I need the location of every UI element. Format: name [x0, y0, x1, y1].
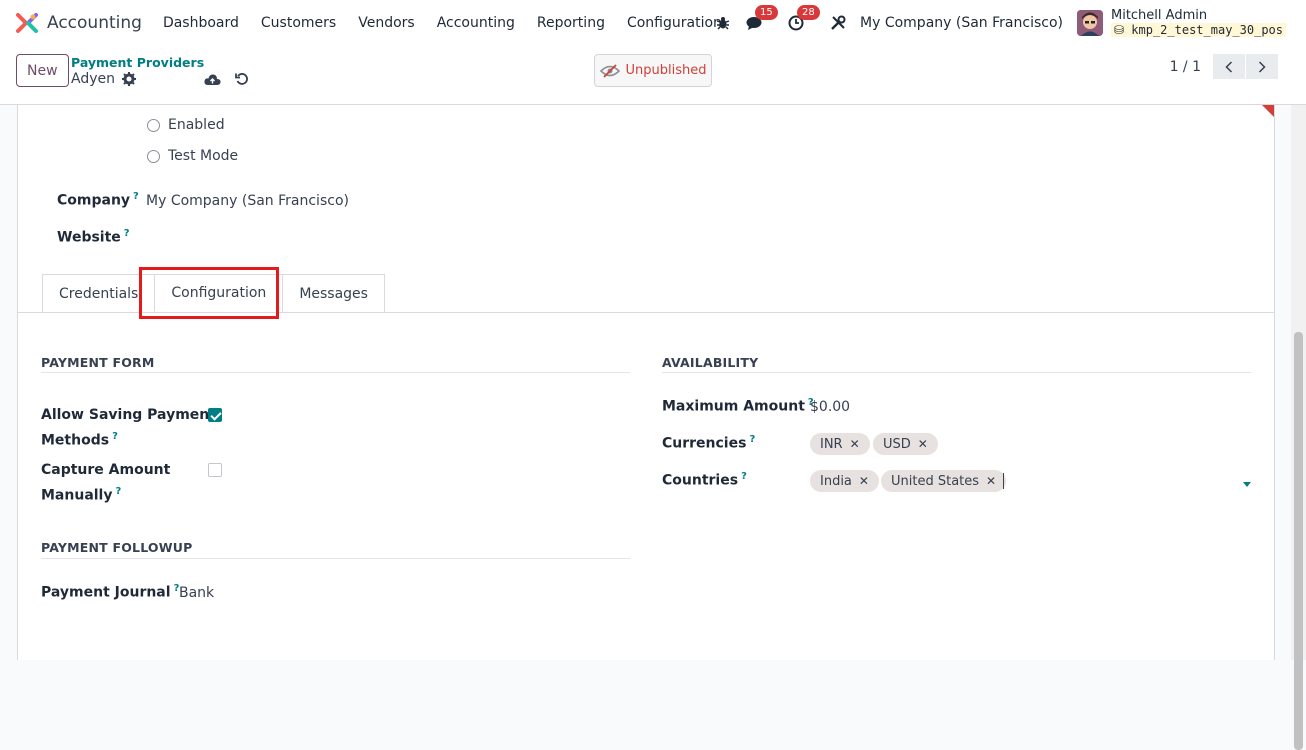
enabled-radio[interactable]: [147, 118, 160, 132]
save-cloud-icon[interactable]: [204, 73, 221, 86]
country-tag-label: India: [820, 473, 852, 489]
payment-journal-label: Payment Journal?: [41, 583, 180, 601]
remove-tag-icon[interactable]: ✕: [918, 437, 928, 451]
breadcrumb: Payment Providers Adyen: [71, 55, 249, 88]
menu-item-reporting[interactable]: Reporting: [537, 15, 605, 31]
countries-label: Countries?: [662, 471, 747, 489]
user-menu[interactable]: Mitchell Admin ⛁ kmp_2_test_may_30_pos: [1110, 8, 1286, 38]
help-tooltip-icon[interactable]: ?: [133, 191, 139, 202]
discard-changes-icon[interactable]: [235, 72, 249, 86]
help-tooltip-icon[interactable]: ?: [124, 228, 130, 239]
help-tooltip-icon[interactable]: ?: [741, 471, 747, 482]
remove-tag-icon[interactable]: ✕: [850, 437, 860, 451]
scrollbar-thumb[interactable]: [1294, 332, 1303, 750]
record-pager: 1 / 1: [1170, 54, 1278, 79]
help-tooltip-icon[interactable]: ?: [112, 431, 118, 442]
menu-item-accounting[interactable]: Accounting: [437, 15, 515, 31]
payment-followup-section-title: PAYMENT FOLLOWUP: [41, 540, 193, 555]
maximum-amount-value[interactable]: $0.00: [810, 399, 850, 415]
payment-form-section-title: PAYMENT FORM: [41, 355, 155, 370]
allow-saving-label: Allow Saving Payment Methods?: [41, 407, 216, 449]
unpublished-label: Unpublished: [625, 63, 707, 78]
capture-manually-checkbox[interactable]: [208, 463, 222, 477]
breadcrumb-current: Adyen: [71, 71, 115, 87]
chevron-left-icon: [1225, 60, 1233, 73]
tab-highlight-box: [139, 267, 279, 319]
database-indicator: ⛁ kmp_2_test_may_30_pos: [1110, 23, 1286, 38]
country-tag: United States ✕: [881, 470, 1007, 492]
menu-item-configuration[interactable]: Configuration: [627, 15, 722, 31]
activities-clock-icon[interactable]: 28: [786, 5, 820, 33]
main-menu: Dashboard Customers Vendors Accounting R…: [163, 15, 744, 31]
remove-tag-icon[interactable]: ✕: [986, 474, 996, 488]
currencies-label: Currencies?: [662, 434, 756, 452]
company-value[interactable]: My Company (San Francisco): [146, 193, 349, 209]
state-option-enabled[interactable]: Enabled: [147, 117, 225, 133]
chevron-right-icon: [1258, 60, 1266, 73]
menu-item-dashboard[interactable]: Dashboard: [163, 15, 239, 31]
country-tag: India ✕: [810, 470, 879, 492]
enabled-label: Enabled: [168, 117, 225, 133]
availability-section-title: AVAILABILITY: [662, 355, 759, 370]
maximum-amount-label: Maximum Amount?: [662, 397, 814, 415]
control-panel: New Payment Providers Adyen Unpublished …: [0, 46, 1306, 105]
menu-item-vendors[interactable]: Vendors: [358, 15, 414, 31]
gear-icon[interactable]: [122, 72, 136, 86]
currency-tag-label: INR: [820, 436, 843, 452]
new-button[interactable]: New: [16, 54, 69, 87]
breadcrumb-parent[interactable]: Payment Providers: [71, 55, 249, 70]
allow-saving-checkbox[interactable]: [208, 408, 222, 422]
availability-divider: [662, 372, 1251, 373]
payment-followup-divider: [41, 558, 630, 559]
pager-value[interactable]: 1 / 1: [1170, 59, 1201, 75]
countries-dropdown-caret-icon[interactable]: [1243, 482, 1251, 487]
database-icon: ⛁: [1113, 23, 1125, 37]
eye-slash-icon: [599, 63, 620, 78]
company-switcher[interactable]: My Company (San Francisco): [860, 15, 1063, 31]
capture-manually-label: Capture Amount Manually?: [41, 462, 171, 504]
help-tooltip-icon[interactable]: ?: [749, 434, 755, 445]
payment-form-divider: [41, 372, 630, 373]
company-label: Company?: [57, 191, 139, 209]
state-option-test-mode[interactable]: Test Mode: [147, 148, 238, 164]
app-name: Accounting: [47, 13, 142, 33]
pager-previous-button[interactable]: [1213, 54, 1245, 79]
test-mode-label: Test Mode: [168, 148, 239, 164]
remove-tag-icon[interactable]: ✕: [859, 474, 869, 488]
website-label: Website?: [57, 228, 130, 246]
tab-messages[interactable]: Messages: [282, 274, 385, 312]
unpublished-ribbon-corner: [1262, 105, 1274, 117]
currency-tag: USD ✕: [873, 433, 938, 455]
database-name: kmp_2_test_may_30_pos: [1131, 23, 1283, 37]
user-name: Mitchell Admin: [1110, 8, 1208, 23]
form-sheet: Enabled Test Mode Company? My Company (S…: [17, 105, 1275, 660]
currency-tag: INR ✕: [810, 433, 870, 455]
page-scrollbar[interactable]: [1291, 105, 1306, 750]
messages-count-badge: 15: [755, 5, 778, 20]
unpublished-toggle-button[interactable]: Unpublished: [594, 54, 712, 87]
pager-next-button[interactable]: [1246, 54, 1278, 79]
currency-tag-label: USD: [883, 436, 911, 452]
bug-icon[interactable]: [713, 13, 733, 33]
menu-item-customers[interactable]: Customers: [261, 15, 336, 31]
help-tooltip-icon[interactable]: ?: [115, 486, 121, 497]
user-avatar[interactable]: [1076, 10, 1103, 36]
payment-journal-value[interactable]: Bank: [179, 585, 214, 601]
tools-icon[interactable]: [828, 13, 848, 33]
messages-icon[interactable]: 15: [744, 5, 778, 33]
app-brand[interactable]: Accounting: [16, 12, 142, 34]
top-navbar: Accounting Dashboard Customers Vendors A…: [0, 0, 1306, 46]
test-mode-radio[interactable]: [147, 149, 160, 163]
countries-input-cursor[interactable]: [1003, 473, 1004, 489]
systray: 15 28 My Company (San Francisco) Mitchel…: [713, 0, 1306, 46]
accounting-app-icon: [16, 13, 38, 33]
country-tag-label: United States: [891, 473, 980, 489]
activities-count-badge: 28: [797, 5, 820, 20]
